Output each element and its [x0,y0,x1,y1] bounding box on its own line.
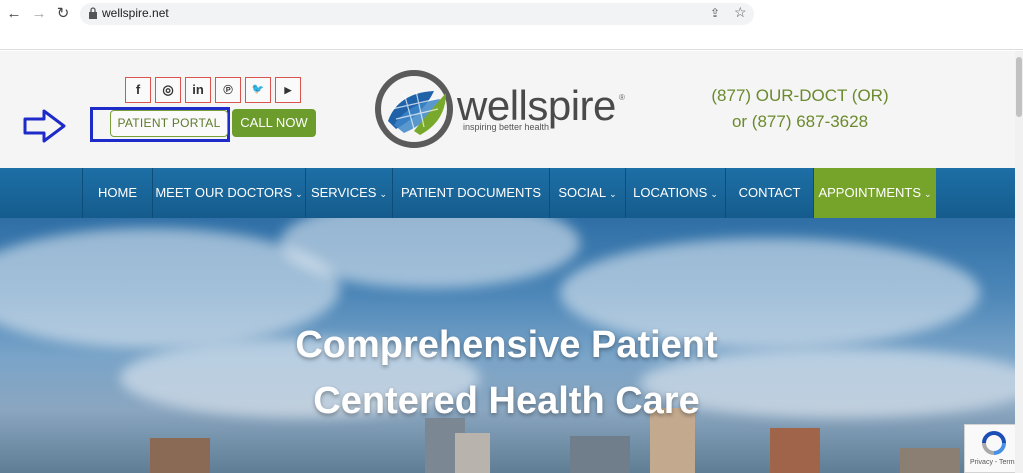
instagram-icon[interactable]: ◎ [155,77,181,103]
building [770,428,820,473]
forward-arrow-icon[interactable]: → [31,6,47,22]
nav-item-label: PATIENT DOCUMENTS [400,185,542,200]
building [150,438,210,473]
arrow-right-icon [23,109,66,143]
nav-item-patient-documents[interactable]: PATIENT DOCUMENTS [393,168,550,218]
address-bar[interactable]: wellspire.net ⇪ ☆ [80,3,754,25]
patient-portal-button[interactable]: PATIENT PORTAL [110,110,228,137]
hero-title-line-1: Comprehensive Patient [295,324,718,366]
linkedin-icon[interactable]: in [185,77,211,103]
nav-item-label: SOCIAL [558,185,607,200]
youtube-icon[interactable]: ▶ [275,77,301,103]
lock-icon [89,7,97,19]
call-now-button[interactable]: CALL NOW [232,109,316,137]
nav-item-label: LOCATIONS [633,185,708,200]
registered-mark: ® [619,93,625,102]
nav-item-contact[interactable]: CONTACT [726,168,814,218]
chevron-down-icon: ⌄ [924,189,932,199]
hero-title-line-2: Centered Health Care [313,380,700,422]
nav-item-appointments[interactable]: APPOINTMENTS ⌄ [814,168,936,218]
scrollbar-thumb[interactable] [1016,57,1022,117]
logo-mark-icon [375,70,453,148]
reload-icon[interactable]: ↻ [55,6,71,22]
logo-tagline: inspiring better health [463,122,550,132]
wellspire-logo[interactable]: wellspire ® inspiring better health [374,67,634,149]
chevron-down-icon: ⌄ [710,189,718,199]
hero-banner: Comprehensive Patient Centered Health Ca… [0,218,1023,473]
facebook-icon[interactable]: f [125,77,151,103]
nav-item-meet-our-doctors[interactable]: MEET OUR DOCTORS ⌄ [153,168,306,218]
building [900,448,960,473]
building [455,433,490,473]
browser-toolbar: ← → ↻ wellspire.net ⇪ ☆ [0,0,1023,50]
nav-item-label: SERVICES [310,185,377,200]
recaptcha-privacy-terms[interactable]: Privacy - Terms [970,459,1018,466]
nav-item-social[interactable]: SOCIAL ⌄ [550,168,626,218]
nav-item-home[interactable]: HOME [82,168,153,218]
nav-item-label: HOME [98,185,137,200]
phone-number-secondary[interactable]: or (877) 687-3628 [700,112,900,132]
main-navigation: HOME MEET OUR DOCTORS ⌄ SERVICES ⌄ PATIENT… [0,168,1023,218]
chevron-down-icon: ⌄ [609,189,617,199]
bookmark-star-icon[interactable]: ☆ [734,4,747,21]
nav-item-label: CONTACT [738,185,801,200]
share-icon[interactable]: ⇪ [710,6,720,20]
nav-item-label: MEET OUR DOCTORS [155,185,293,200]
nav-item-services[interactable]: SERVICES ⌄ [306,168,393,218]
recaptcha-icon [982,431,1006,455]
building [570,436,630,473]
nav-item-label: APPOINTMENTS [818,185,922,200]
page-scrollbar[interactable] [1015,51,1023,473]
pinterest-icon[interactable]: ℗ [215,77,241,103]
chevron-down-icon: ⌄ [379,189,388,199]
back-arrow-icon[interactable]: ← [6,6,22,22]
nav-item-locations[interactable]: LOCATIONS ⌄ [626,168,726,218]
phone-number-primary[interactable]: (877) OUR-DOCT (OR) [700,86,900,106]
chevron-down-icon: ⌄ [295,189,303,199]
site-header: f ◎ in ℗ 🐦 ▶ PATIENT PORTAL CALL NOW wel… [0,51,1023,168]
twitter-icon[interactable]: 🐦 [245,77,271,103]
url-text: wellspire.net [102,6,169,20]
